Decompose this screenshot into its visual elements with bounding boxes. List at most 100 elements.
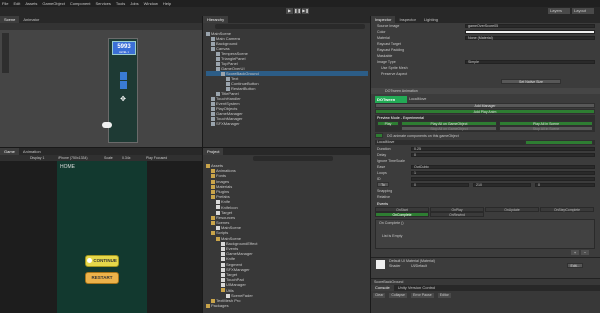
material-row: Default UI Material (Material) Shader UI… [371,257,600,271]
menu-item[interactable]: Services [96,1,111,6]
menu-item[interactable]: Tools [116,1,125,6]
tab-animation[interactable]: Animation [18,148,45,155]
scene-tools [2,33,9,73]
remove-event-button[interactable]: − [581,250,589,255]
to-button[interactable]: To [377,182,389,187]
step-button[interactable]: ▶❚ [302,8,309,14]
add-event-button[interactable]: + [571,250,579,255]
shader-value[interactable]: UI/Default [411,264,427,268]
menu-item[interactable]: Edit [13,1,20,6]
layers-dropdown[interactable]: Layers [548,8,570,14]
snapping-label: Snapping [377,189,393,193]
restart-button[interactable]: RESTART [85,272,119,284]
loops-field[interactable]: 1 [411,171,595,175]
folder-icon [206,304,210,308]
event-tab[interactable]: OnRewind [430,212,484,217]
tab-project[interactable]: Project [203,148,224,155]
field-color: Color [377,30,386,34]
duration-field[interactable]: 0.25 [411,147,595,151]
tab-console[interactable]: Console [371,285,394,291]
menu-item[interactable]: GameObject [42,1,64,6]
to-z-value: 0 [538,183,540,187]
to-z-field[interactable]: 0 [535,183,595,187]
tab-animator[interactable]: Animator [19,16,44,23]
scene-block-2 [120,81,127,89]
material-swatch [376,260,385,269]
menu-item[interactable]: Help [163,1,171,6]
loops-label: Loops [377,171,387,175]
id-field[interactable] [411,177,595,181]
tab-inspector-1[interactable]: Inspector [371,16,396,23]
event-tab[interactable]: OnStart [375,207,429,212]
add-play-anim-button[interactable]: Add Play Anim [375,109,595,114]
color-field[interactable] [465,30,595,34]
dotween-component: LocalMove [409,97,427,101]
loops-value: 1 [414,171,416,175]
field-raycast-target: Raycast Target [377,42,401,46]
move-gizmo-icon[interactable]: ✥ [119,96,127,104]
ease-select[interactable]: OutCubic [411,165,595,169]
pause-button[interactable]: ❚❚ [294,8,301,14]
menu-item[interactable]: Jobs [130,1,138,6]
fill-button[interactable] [375,133,383,138]
add-manager-button[interactable]: Add Manager [375,103,595,108]
tab-game[interactable]: Game [0,148,19,155]
edit-shader-button[interactable]: Edit... [567,263,583,268]
menu-item[interactable]: Assets [25,1,37,6]
scene-block-1 [120,72,127,80]
tab-version-control[interactable]: Unity Version Control [393,285,440,291]
tab-hierarchy[interactable]: Hierarchy [203,16,229,23]
preview-play-button[interactable]: Play [377,121,399,126]
console-button[interactable]: Error Pause [411,293,434,298]
duration-label: Duration [377,147,391,151]
score-box: 5993 LEVEL 1 [112,41,136,55]
on-complete-label: On Complete () [379,221,404,225]
menu-item[interactable]: File [2,1,8,6]
source-image-field[interactable]: gameOverScore05 [465,24,595,28]
hierarchy-search[interactable] [215,24,365,29]
console-button[interactable]: Clear [373,293,386,298]
stop-all-scene-button[interactable]: Stop All in Scene [499,126,593,131]
continue-button[interactable]: CONTINUE [85,255,119,267]
delay-field[interactable]: 0 [411,153,595,157]
console-button[interactable]: Editor [437,293,451,298]
menu-bar: File Edit Assets GameObject Component Service… [0,0,600,7]
target-type-value[interactable]: LocalMove [377,140,394,144]
layout-dropdown[interactable]: Layout [572,8,594,14]
event-tab[interactable]: OnUpdate [485,207,539,212]
to-x-field[interactable]: 0 [411,183,469,187]
console-button[interactable]: Collapse [389,293,407,298]
tab-inspector-2[interactable]: Inspector [395,16,420,23]
project-search[interactable] [253,156,333,161]
menu-item[interactable]: Component [70,1,91,6]
material-field[interactable]: None (Material) [465,36,595,40]
image-type-value: Simple [468,60,479,64]
menu-item[interactable]: Window [144,1,158,6]
console-toolbar: Clear Collapse Error Pause Editor [373,292,455,298]
set-native-size-button[interactable]: Set Native Size [501,79,561,84]
project-tabbar: Project [203,148,370,155]
event-tab[interactable]: OnPlay [430,207,484,212]
event-tab[interactable]: OnStepComplete [540,207,594,212]
scene-view[interactable]: 5993 LEVEL 1 ✥ [0,23,202,147]
to-y-field[interactable]: 210 [473,183,531,187]
dotween-header[interactable]: DOTween Animation [371,88,600,94]
gameobject-icon [211,121,215,126]
preview-label: Preview Mode - Experimental [377,116,424,120]
scene-tabbar: Scene Animator [0,16,202,23]
stop-all-gameobject-button[interactable]: Stop All on GameObject [401,126,497,131]
hierarchy-item[interactable]: SFXManager [206,121,368,126]
play-button[interactable]: ▶ [286,8,293,14]
field-use-sprite-mesh: Use Sprite Mesh [381,66,408,70]
field-source-image: Source Image [377,24,400,28]
ignore-timescale-label: Ignore TimeScale [377,159,405,163]
image-type-select[interactable]: Simple [465,60,595,64]
autokill-toggle[interactable] [525,140,593,145]
scene-toolbar [0,23,202,30]
events-label: Events [377,202,388,206]
tab-scene[interactable]: Scene [0,16,20,23]
project-item[interactable]: Packages [206,303,368,308]
event-tab[interactable]: OnComplete [375,212,429,217]
tab-lighting[interactable]: Lighting [419,16,442,23]
console-object-title: ScoreBackGround [374,280,404,284]
